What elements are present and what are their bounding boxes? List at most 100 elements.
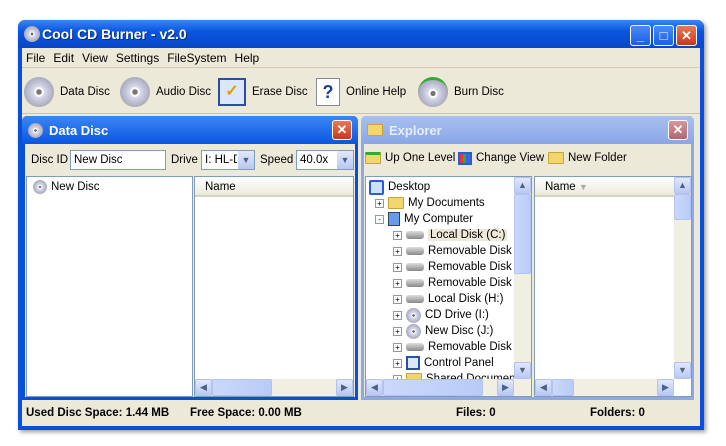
tree-item[interactable]: + Local Disk (H:) (369, 291, 531, 307)
expand-icon[interactable]: + (375, 198, 384, 208)
title-bar[interactable]: Cool CD Burner - v2.0 _ □ ✕ (18, 20, 704, 48)
expand-icon[interactable]: + (393, 310, 402, 320)
expand-icon[interactable]: + (393, 262, 402, 272)
folders-count-status: Folders: 0 (590, 407, 645, 419)
menu-view[interactable]: View (82, 51, 108, 65)
computer-icon (388, 212, 400, 226)
scroll-down-button[interactable]: ▼ (674, 362, 691, 379)
tree-item[interactable]: + Removable Disk (E:) (369, 243, 531, 259)
drive-icon (406, 279, 424, 287)
close-button[interactable]: ✕ (676, 25, 697, 46)
expand-icon[interactable]: + (393, 246, 402, 256)
explorer-file-list[interactable]: Name ▼ ▲ ▼ ◀ ▶ (534, 176, 692, 397)
scroll-right-button[interactable]: ▶ (336, 379, 353, 396)
new-folder-button[interactable]: New Folder (548, 146, 627, 170)
explorer-panel: Explorer ✕ Up One Level Change View New … (361, 116, 694, 400)
expand-icon[interactable]: + (393, 230, 402, 240)
folder-tree[interactable]: Desktop + My Documents - My Computer + Local D… (365, 176, 532, 397)
speed-select[interactable]: 40.0x ▼ (296, 150, 354, 170)
tree-item[interactable]: New Disc (33, 179, 186, 195)
scroll-left-button[interactable]: ◀ (535, 379, 552, 396)
view-grid-icon (458, 151, 472, 165)
expand-icon[interactable]: + (393, 358, 402, 368)
horizontal-scrollbar[interactable]: ◀ ▶ (195, 379, 353, 396)
menu-edit[interactable]: Edit (53, 51, 74, 65)
disc-tree[interactable]: New Disc (26, 176, 193, 397)
tree-item[interactable]: + CD Drive (I:) (369, 307, 531, 323)
panel-close-button[interactable]: ✕ (668, 120, 688, 140)
vertical-scrollbar[interactable]: ▲ ▼ (674, 177, 691, 379)
scroll-right-button[interactable]: ▶ (657, 379, 674, 396)
menu-help[interactable]: Help (235, 51, 260, 65)
up-folder-icon (365, 152, 381, 164)
tree-item-label: Control Panel (424, 357, 494, 369)
up-one-level-button[interactable]: Up One Level (365, 146, 455, 170)
column-header-name[interactable]: Name (195, 177, 353, 197)
tree-item[interactable]: + Removable Disk (G:) (369, 275, 531, 291)
chevron-down-icon: ▼ (238, 151, 254, 169)
minimize-button[interactable]: _ (630, 25, 651, 46)
used-space-status: Used Disc Space: 1.44 MB (26, 407, 170, 419)
window-title: Cool CD Burner - v2.0 (42, 26, 187, 42)
erase-disc-button[interactable]: ✓ Erase Disc (218, 74, 308, 110)
column-header-name[interactable]: Name ▼ (535, 177, 674, 197)
scroll-down-button[interactable]: ▼ (514, 362, 531, 379)
expand-icon[interactable]: + (393, 294, 402, 304)
scroll-up-button[interactable]: ▲ (674, 177, 691, 194)
erase-disc-label: Erase Disc (252, 86, 308, 98)
expand-icon[interactable]: + (393, 278, 402, 288)
speed-label: Speed (260, 154, 294, 166)
desktop-icon (369, 179, 384, 195)
tree-item[interactable]: + New Disc (J:) (369, 323, 531, 339)
menu-file[interactable]: File (26, 51, 45, 65)
status-bar: Used Disc Space: 1.44 MB Free Space: 0.0… (22, 403, 700, 425)
disc-id-label: Disc ID (31, 154, 69, 166)
scroll-right-button[interactable]: ▶ (497, 379, 514, 396)
drive-icon (406, 263, 424, 271)
change-view-button[interactable]: Change View (458, 146, 544, 170)
disc-file-list[interactable]: Name ◀ ▶ (194, 176, 354, 397)
tree-item[interactable]: + Removable Disk (F:) (369, 259, 531, 275)
expand-icon[interactable]: + (393, 326, 402, 336)
tree-item[interactable]: + Local Disk (C:) (369, 227, 531, 243)
horizontal-scrollbar[interactable]: ◀ ▶ (366, 379, 531, 396)
scroll-left-button[interactable]: ◀ (366, 379, 383, 396)
audio-cd-icon (120, 77, 150, 107)
collapse-icon[interactable]: - (375, 214, 384, 224)
drive-select[interactable]: I: HL-DT▼ (201, 150, 255, 170)
help-icon: ? (316, 78, 340, 106)
expand-icon[interactable]: + (393, 342, 402, 352)
panel-title: Explorer (389, 122, 442, 138)
panel-close-button[interactable]: ✕ (332, 120, 352, 140)
tree-item[interactable]: - My Computer (369, 211, 531, 227)
cd-icon (24, 77, 54, 107)
drive-icon (406, 343, 424, 351)
tree-item[interactable]: + My Documents (369, 195, 531, 211)
audio-disc-button[interactable]: Audio Disc (120, 74, 211, 110)
cd-icon (33, 180, 47, 194)
online-help-button[interactable]: ? Online Help (316, 74, 406, 110)
menu-bar: File Edit View Settings FileSystem Help (22, 48, 700, 68)
tree-item[interactable]: + Control Panel (369, 355, 531, 371)
data-disc-button[interactable]: Data Disc (24, 74, 110, 110)
drive-icon (406, 295, 424, 303)
control-panel-icon (406, 356, 420, 370)
toolbar: Data Disc Audio Disc ✓ Erase Disc ? Online… (22, 70, 700, 114)
tree-item[interactable]: Desktop (369, 179, 531, 195)
tree-item-label: Local Disk (H:) (428, 293, 504, 305)
tree-item[interactable]: + Removable Disk (L:) (369, 339, 531, 355)
online-help-label: Online Help (346, 86, 407, 98)
app-cd-icon (24, 26, 40, 42)
burn-icon (418, 77, 448, 107)
menu-filesystem[interactable]: FileSystem (167, 51, 226, 65)
scroll-up-button[interactable]: ▲ (514, 177, 531, 194)
horizontal-scrollbar[interactable]: ◀ ▶ (535, 379, 674, 396)
chevron-down-icon: ▼ (337, 151, 353, 169)
burn-disc-button[interactable]: Burn Disc (418, 74, 504, 110)
vertical-scrollbar[interactable]: ▲ ▼ (514, 177, 531, 379)
disc-id-input[interactable]: New Disc (70, 150, 166, 170)
scroll-left-button[interactable]: ◀ (195, 379, 212, 396)
menu-settings[interactable]: Settings (116, 51, 159, 65)
maximize-button[interactable]: □ (653, 25, 674, 46)
data-disc-panel: Data Disc ✕ Disc ID New Disc Drive I: HL… (22, 116, 358, 400)
